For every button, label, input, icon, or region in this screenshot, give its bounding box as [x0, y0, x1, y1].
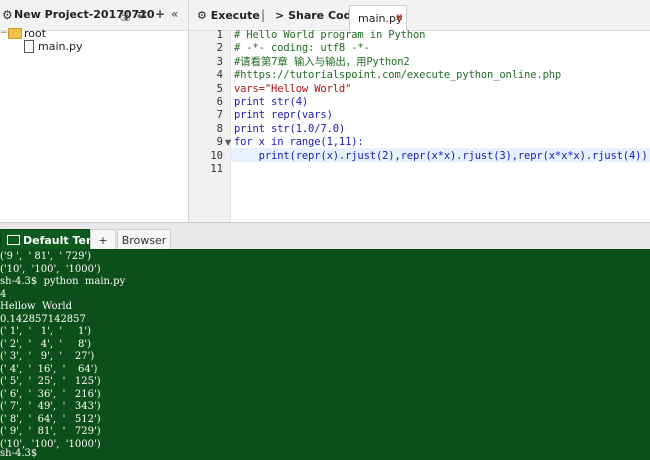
terminal-prompt: sh-4.3$ [0, 448, 38, 459]
terminal-line: (' 9', ' 81', ' 729') [0, 426, 101, 437]
terminal-icon [7, 235, 20, 245]
toolbar-separator: | [261, 8, 266, 22]
terminal-line: sh-4.3$ python main.py [0, 276, 126, 287]
line-number: 3 [216, 55, 223, 68]
add-icon[interactable]: + [155, 7, 165, 21]
code-line: print(repr(x).rjust(2),repr(x*x).rjust(3… [234, 149, 648, 162]
project-panel: ⚙ New Project-20170710 🖫 ⇄ + « − root ma… [0, 0, 189, 222]
editor-toolbar: ⚙ Execute | > Share Code main.py x [189, 0, 650, 31]
line-number: 7 [216, 109, 223, 122]
terminal-line: Hellow World [0, 301, 72, 312]
terminal-line: (' 8', ' 64', ' 512') [0, 413, 101, 425]
code-line: print str(1.0/7.0) [234, 122, 346, 135]
line-number: 9 [216, 136, 223, 149]
code-line: print repr(vars) [234, 109, 333, 122]
line-number: 4 [216, 69, 223, 82]
line-number: 8 [216, 122, 223, 135]
tree-item-label: root [24, 27, 47, 40]
code-line: for x in range(1,11): [234, 136, 364, 149]
code-editor[interactable]: 1 2 3 4 5 6 7 8 9 ▼ 10 11 # Hello World … [189, 29, 650, 222]
fold-arrow-icon[interactable]: ▼ [225, 138, 231, 147]
code-line: vars="Hellow World" [234, 82, 352, 95]
code-line: print str(4) [234, 96, 309, 108]
line-number: 11 [210, 163, 223, 175]
terminal-line: (' 3', ' 9', ' 27') [0, 351, 95, 362]
file-icon [24, 40, 34, 53]
terminal-tab-bar: Default Term + Browser [0, 222, 650, 252]
collapse-icon[interactable]: « [171, 7, 178, 21]
line-number: 10 [210, 149, 223, 162]
terminal-line: (' 5', ' 25', ' 125') [0, 376, 101, 387]
folder-icon [8, 28, 22, 39]
refresh-icon[interactable]: ⇄ [137, 7, 147, 21]
line-number: 6 [216, 96, 223, 108]
code-line: #https://tutorialspoint.com/execute_pyth… [234, 69, 562, 82]
tree-item-label: main.py [38, 40, 83, 53]
terminal-line: ('10', '100', '1000') [0, 263, 101, 275]
share-code-button[interactable]: > Share Code [275, 9, 359, 22]
project-title: New Project-20170710 [14, 8, 155, 21]
terminal-line: 0.142857142857 [0, 313, 86, 325]
terminal-line: ('9 ', ' 81', ' 729') [0, 251, 92, 262]
line-number: 1 [216, 29, 223, 41]
terminal-output[interactable]: ('9 ', ' 81', ' 729') ('10', '100', '100… [0, 249, 650, 460]
collapse-toggle-icon[interactable]: − [0, 29, 8, 38]
tree-item-root[interactable]: − root [0, 27, 46, 40]
gear-icon: ⚙ [197, 9, 207, 22]
terminal-line: 4 [0, 288, 7, 300]
terminal-line: (' 4', ' 16', ' 64') [0, 363, 98, 375]
line-number: 2 [216, 42, 223, 55]
gear-icon[interactable]: ⚙ [2, 8, 13, 22]
code-line: # -*- coding: utf8 -*- [234, 42, 370, 55]
line-number: 5 [216, 82, 223, 95]
terminal-prompt-icon: > [275, 9, 285, 22]
execute-label: Execute [210, 9, 260, 22]
tree-item-main-py[interactable]: main.py [24, 40, 82, 53]
terminal-line: (' 6', ' 36', ' 216') [0, 388, 101, 400]
code-line: #请看第7章 输入与输出，用Python2 [234, 55, 410, 68]
terminal-line: (' 7', ' 49', ' 343') [0, 401, 101, 412]
code-line: # Hello World program in Python [234, 29, 426, 41]
terminal-line: (' 2', ' 4', ' 8') [0, 338, 92, 350]
terminal-line: (' 1', ' 1', ' 1') [0, 326, 92, 337]
line-number-gutter: 1 2 3 4 5 6 7 8 9 ▼ 10 11 [189, 29, 231, 222]
close-icon[interactable]: x [396, 12, 402, 23]
save-icon[interactable]: 🖫 [120, 7, 130, 28]
tab-main-py[interactable]: main.py x [349, 5, 407, 31]
execute-button[interactable]: ⚙ Execute [197, 9, 260, 22]
